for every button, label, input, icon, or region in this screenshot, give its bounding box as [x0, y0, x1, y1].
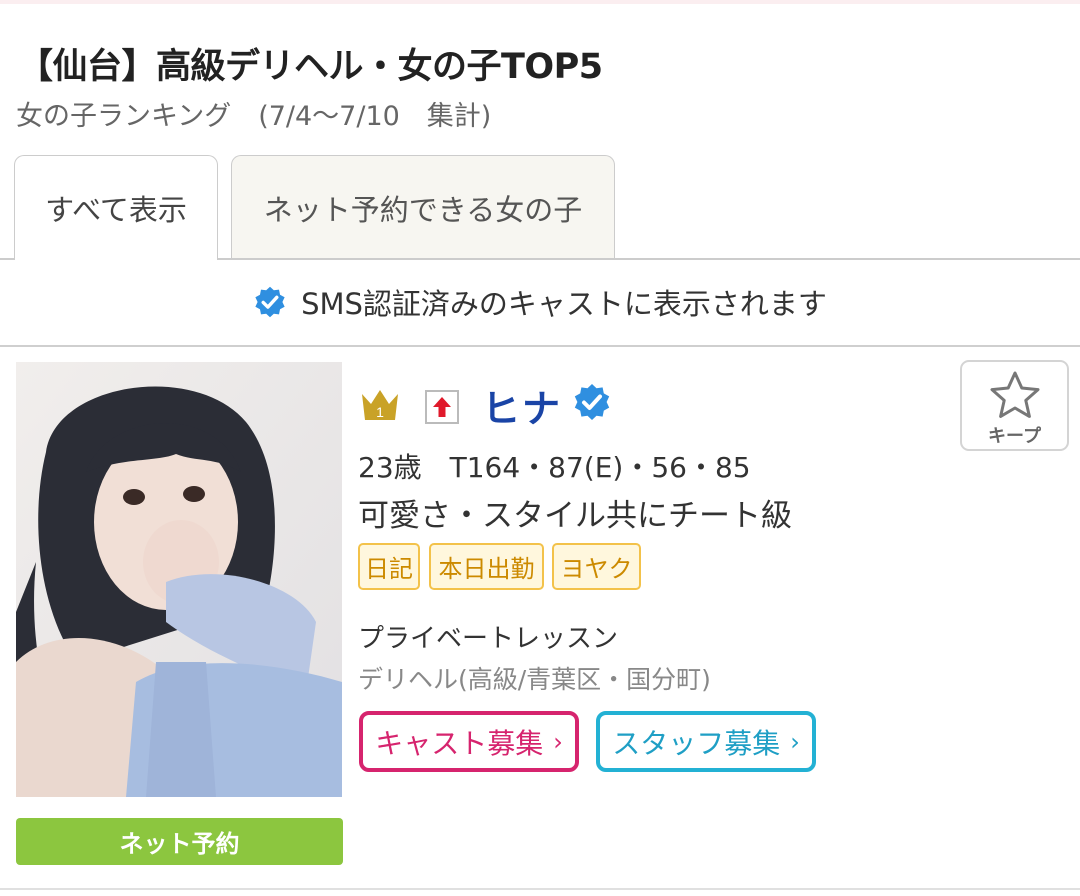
keep-label: キープ [988, 426, 1041, 447]
tab-all-label: すべて表示 [45, 193, 187, 227]
cast-photo-illustration [16, 362, 342, 797]
chevron-right-icon: › [790, 727, 800, 756]
cast-name[interactable]: ヒナ [482, 378, 562, 433]
cast-recruit-button[interactable]: キャスト募集 › [359, 711, 579, 772]
staff-recruit-button[interactable]: スタッフ募集 › [596, 711, 816, 772]
svg-text:1: 1 [376, 404, 384, 420]
sms-verified-note: SMS認証済みのキャストに表示されます [0, 274, 1080, 330]
tab-all[interactable]: すべて表示 [14, 155, 218, 260]
keep-button[interactable]: キープ [960, 360, 1069, 451]
page-subtitle: 女の子ランキング (7/4～7/10 集計) [16, 101, 492, 132]
tab-net-reservation[interactable]: ネット予約できる女の子 [231, 155, 615, 260]
top-accent-line [0, 0, 1080, 4]
net-reserve-button[interactable]: ネット予約 [16, 818, 343, 865]
cast-stats: 23歳 T164・87(E)・56・85 [358, 451, 751, 484]
page-title: 【仙台】高級デリヘル・女の子TOP5 [18, 47, 603, 87]
tag-working-today[interactable]: 本日出勤 [429, 543, 544, 590]
up-arrow-icon [425, 390, 459, 424]
crown-icon: 1 [362, 390, 398, 420]
check-badge-icon [255, 286, 285, 318]
shop-area: デリヘル(高級/青葉区・国分町) [358, 665, 711, 694]
bottom-divider [0, 888, 1080, 890]
tag-diary[interactable]: 日記 [358, 543, 420, 590]
active-tab-gap [15, 257, 217, 260]
check-badge-icon [574, 384, 610, 420]
tab-net-reservation-label: ネット予約できる女の子 [263, 193, 583, 227]
section-divider [0, 345, 1080, 347]
shop-name[interactable]: プライベートレッスン [358, 618, 618, 655]
cast-recruit-label: キャスト募集 [375, 726, 544, 760]
cast-photo[interactable] [16, 362, 342, 797]
star-icon [990, 371, 1039, 418]
chevron-right-icon: › [553, 727, 563, 756]
staff-recruit-label: スタッフ募集 [612, 726, 781, 760]
cast-catchphrase: 可愛さ・スタイル共にチート級 [358, 498, 792, 534]
tag-reservation[interactable]: ヨヤク [552, 543, 641, 590]
sms-note-text: SMS認証済みのキャストに表示されます [301, 287, 827, 321]
